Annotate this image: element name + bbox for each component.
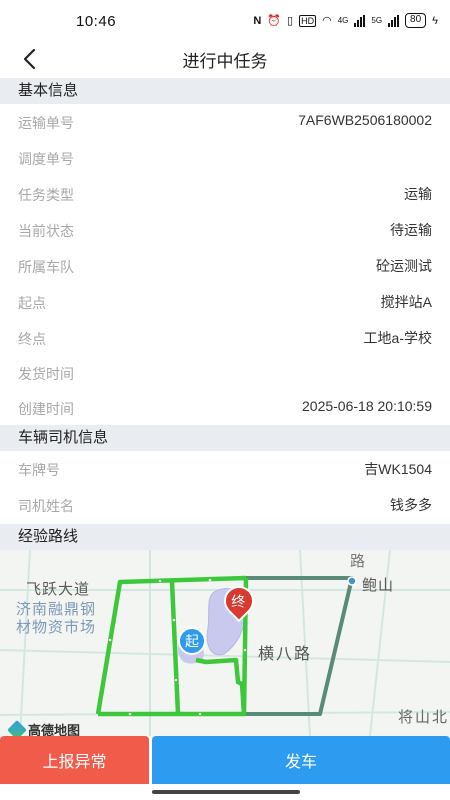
map-label-road-feiyue: 飞跃大道 (26, 581, 91, 598)
home-indicator (152, 790, 300, 794)
wifi-icon: ◠ (322, 15, 332, 27)
amap-logo-text: 高德地图 (28, 723, 81, 736)
row-label: 终点 (18, 331, 46, 347)
row-label: 车牌号 (18, 462, 60, 478)
amap-logo-icon (7, 719, 27, 736)
section-header-vehicle-driver: 车辆司机信息 (0, 425, 450, 451)
row-value: 运输 (404, 186, 432, 202)
status-time: 10:46 (76, 13, 117, 30)
row-value: 2025-06-18 20:10:59 (302, 398, 432, 414)
row-label: 当前状态 (18, 223, 74, 239)
info-row-created-time: 创建时间 2025-06-18 20:10:59 (0, 390, 450, 426)
row-label: 起点 (18, 295, 46, 311)
row-value: 待运输 (390, 222, 432, 238)
page-title: 进行中任务 (182, 52, 268, 71)
info-row-task-type: 任务类型 运输 (0, 176, 450, 212)
row-value: 砼运测试 (376, 258, 432, 274)
row-label: 所属车队 (18, 259, 74, 275)
alarm-icon: ⏰ (267, 15, 282, 27)
row-label: 司机姓名 (18, 498, 74, 514)
nfc-icon: N (253, 14, 262, 27)
row-value: 吉WK1504 (364, 461, 432, 477)
row-value: 搅拌站A (380, 294, 432, 310)
start-marker[interactable]: 起 (178, 627, 206, 655)
charging-icon: ϟ (432, 14, 438, 27)
info-row-dispatch: 调度单号 (0, 140, 450, 176)
depart-button[interactable]: 发车 (152, 736, 450, 784)
map-label-poi-baoshan: 鲍山 (362, 577, 395, 594)
battery-icon: 80 (405, 13, 427, 28)
info-row-plate: 车牌号 吉WK1504 (0, 451, 450, 487)
amap-logo: 高德地图 (7, 719, 81, 736)
map-label-road-lu: 路 (350, 553, 366, 570)
nav-bar: 进行中任务 (0, 40, 450, 78)
row-value: 7AF6WB2506180002 (298, 112, 432, 128)
report-exception-button[interactable]: 上报异常 (0, 736, 149, 784)
row-label: 调度单号 (18, 151, 74, 167)
row-label: 创建时间 (18, 401, 74, 417)
network-5g-label: 5G (371, 16, 383, 25)
signal-icon (354, 14, 366, 27)
vibrate-icon: ▯ (287, 15, 294, 27)
status-bar: 10:46 N ⏰ ▯ HD ◠ 4G 5G 80 ϟ (0, 0, 450, 40)
row-label: 发货时间 (18, 366, 74, 382)
route-map[interactable]: 飞跃大道 济南融鼎钢 材物资市场 横八路 鲍山 路 将山北 起 终 高德地图 (0, 550, 450, 736)
signal-icon-2 (388, 14, 400, 27)
info-row-end: 终点 工地a-学校 (0, 320, 450, 356)
poi-baoshan-dot (347, 576, 357, 586)
section-header-basic-info: 基本信息 (0, 78, 450, 104)
row-label: 任务类型 (18, 187, 74, 203)
row-value: 钱多多 (390, 497, 432, 513)
row-value: 工地a-学校 (363, 330, 432, 346)
start-marker-label: 起 (185, 633, 199, 649)
info-row-driver: 司机姓名 钱多多 (0, 487, 450, 523)
map-label-road-hengba: 横八路 (258, 646, 313, 663)
map-label-poi-jinan-2: 材物资市场 (16, 619, 97, 636)
status-icons: N ⏰ ▯ HD ◠ 4G 5G 80 ϟ (253, 13, 438, 28)
hd-icon: HD (299, 14, 317, 27)
info-row-ship-time: 发货时间 (0, 355, 450, 391)
end-marker-label: 终 (231, 593, 246, 610)
info-row-fleet: 所属车队 砼运测试 (0, 248, 450, 284)
map-label-road-jiangshan: 将山北 (398, 709, 450, 726)
network-4g-label: 4G (337, 16, 349, 25)
info-row-status: 当前状态 待运输 (0, 212, 450, 248)
bottom-action-bar: 上报异常 发车 (0, 736, 450, 784)
section-header-route: 经验路线 (0, 524, 450, 550)
row-label: 运输单号 (18, 115, 74, 131)
info-row-start: 起点 搅拌站A (0, 284, 450, 320)
info-row-waybill: 运输单号 7AF6WB2506180002 (0, 104, 450, 140)
